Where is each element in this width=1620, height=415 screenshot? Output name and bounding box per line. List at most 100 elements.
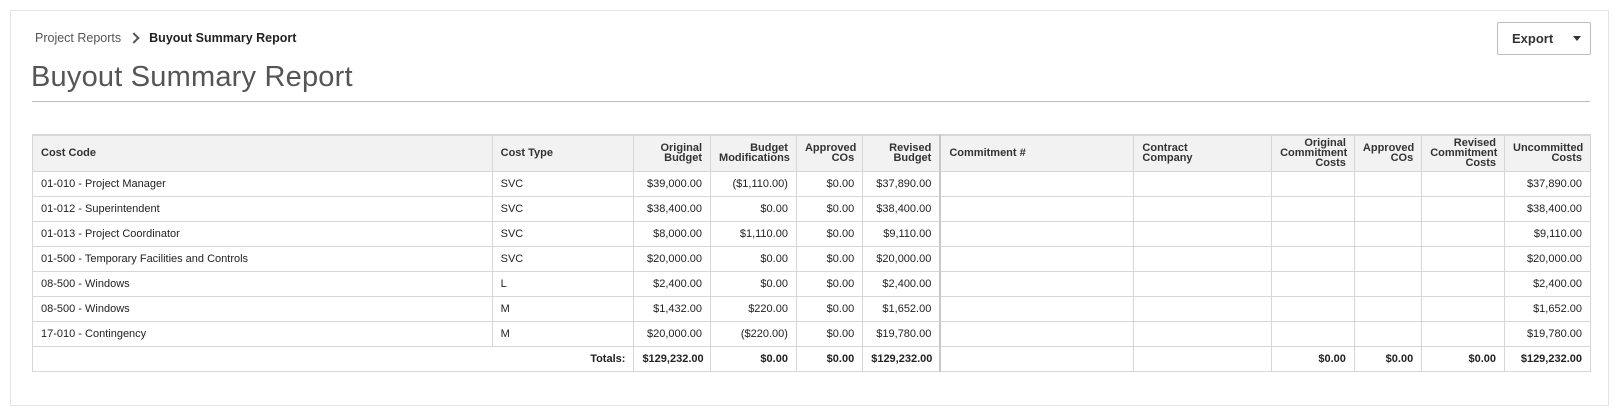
- cell-cost-type: M: [491, 295, 635, 322]
- cell-uncommitted-costs: $20,000.00: [1504, 245, 1591, 272]
- total-budget-modifications: $0.00: [710, 345, 797, 372]
- cell-commitment-approved-cos: [1353, 170, 1423, 197]
- breadcrumb-current: Buyout Summary Report: [149, 31, 297, 45]
- total-contract-company: [1133, 345, 1273, 372]
- cell-revised-commitment-costs: [1421, 170, 1505, 197]
- cell-commitment-number: [939, 295, 1135, 322]
- col-header-revised-budget[interactable]: Revised Budget: [862, 134, 942, 172]
- col-header-commitment-approved-cos[interactable]: Approved COs: [1353, 134, 1423, 172]
- cell-commitment-number: [939, 220, 1135, 247]
- cell-original-commitment-costs: [1271, 195, 1355, 222]
- cell-revised-commitment-costs: [1421, 245, 1505, 272]
- cell-cost-type: SVC: [491, 195, 635, 222]
- cell-approved-cos: $0.00: [795, 320, 864, 347]
- total-approved-cos: $0.00: [795, 345, 864, 372]
- cell-original-commitment-costs: [1271, 170, 1355, 197]
- cell-revised-budget: $2,400.00: [862, 270, 942, 297]
- cell-revised-commitment-costs: [1421, 295, 1505, 322]
- cell-budget-modifications: $1,110.00: [710, 220, 797, 247]
- cell-revised-budget: $19,780.00: [862, 320, 942, 347]
- cell-cost-type: M: [491, 320, 635, 347]
- cell-contract-company: [1133, 320, 1273, 347]
- table-row: 08-500 - Windows L $2,400.00 $0.00 $0.00 $2,4…: [32, 270, 1591, 297]
- col-header-revised-commitment-costs[interactable]: Revised Commitment Costs: [1421, 134, 1505, 172]
- cell-commitment-number: [939, 195, 1135, 222]
- table-row: 01-013 - Project Coordinator SVC $8,000.00…: [32, 220, 1591, 247]
- cell-revised-budget: $38,400.00: [862, 195, 942, 222]
- col-header-cost-type[interactable]: Cost Type: [491, 134, 635, 172]
- cell-cost-code: 01-500 - Temporary Facilities and Contro…: [32, 245, 493, 272]
- report-panel: Project Reports Buyout Summary Report Bu…: [10, 10, 1609, 406]
- cell-cost-type: L: [491, 270, 635, 297]
- cell-approved-cos: $0.00: [795, 295, 864, 322]
- breadcrumb-project-reports-link[interactable]: Project Reports: [35, 31, 121, 45]
- cell-original-commitment-costs: [1271, 320, 1355, 347]
- cell-commitment-number: [939, 245, 1135, 272]
- total-revised-commitment-costs: $0.00: [1421, 345, 1505, 372]
- cell-budget-modifications: ($220.00): [710, 320, 797, 347]
- chevron-right-icon: [128, 32, 140, 44]
- col-header-budget-modifications[interactable]: Budget Modifications: [710, 134, 797, 172]
- table-header-row: Cost Code Cost Type Original Budget Budg…: [32, 134, 1591, 172]
- cell-revised-budget: $37,890.00: [862, 170, 942, 197]
- cell-budget-modifications: $0.00: [710, 195, 797, 222]
- cell-approved-cos: $0.00: [795, 220, 864, 247]
- cell-commitment-approved-cos: [1353, 195, 1423, 222]
- cell-approved-cos: $0.00: [795, 245, 864, 272]
- col-header-contract-company[interactable]: Contract Company: [1133, 134, 1273, 172]
- cell-budget-modifications: $220.00: [710, 295, 797, 322]
- totals-row: Totals: $129,232.00 $0.00 $0.00 $129,232.00 $…: [31, 345, 1591, 372]
- cell-original-budget: $1,432.00: [633, 295, 712, 322]
- cell-cost-code: 08-500 - Windows: [32, 295, 493, 322]
- col-header-original-budget[interactable]: Original Budget: [633, 134, 712, 172]
- table-row: 01-010 - Project Manager SVC $39,000.00 ($1…: [32, 170, 1591, 197]
- total-uncommitted-costs: $129,232.00: [1504, 345, 1591, 372]
- cell-approved-cos: $0.00: [795, 170, 864, 197]
- cell-uncommitted-costs: $9,110.00: [1504, 220, 1591, 247]
- cell-revised-budget: $20,000.00: [862, 245, 942, 272]
- export-button[interactable]: Export: [1497, 22, 1591, 55]
- cell-original-commitment-costs: [1271, 245, 1355, 272]
- total-original-budget: $129,232.00: [633, 345, 712, 372]
- cell-original-commitment-costs: [1271, 220, 1355, 247]
- cell-revised-budget: $1,652.00: [862, 295, 942, 322]
- breadcrumb: Project Reports Buyout Summary Report: [35, 31, 296, 45]
- cell-cost-code: 01-012 - Superintendent: [32, 195, 493, 222]
- cell-budget-modifications: $0.00: [710, 270, 797, 297]
- buyout-summary-table: Cost Code Cost Type Original Budget Budg…: [31, 134, 1591, 372]
- table-row: 08-500 - Windows M $1,432.00 $220.00 $0.00 $1…: [32, 295, 1591, 322]
- cell-commitment-approved-cos: [1353, 270, 1423, 297]
- cell-revised-commitment-costs: [1421, 220, 1505, 247]
- cell-commitment-approved-cos: [1353, 320, 1423, 347]
- total-original-commitment-costs: $0.00: [1271, 345, 1355, 372]
- cell-cost-type: SVC: [491, 170, 635, 197]
- cell-approved-cos: $0.00: [795, 195, 864, 222]
- cell-contract-company: [1133, 220, 1273, 247]
- cell-original-budget: $2,400.00: [633, 270, 712, 297]
- cell-revised-commitment-costs: [1421, 320, 1505, 347]
- col-header-commitment-number[interactable]: Commitment #: [939, 134, 1135, 172]
- cell-commitment-number: [939, 170, 1135, 197]
- title-divider: [32, 101, 1590, 102]
- cell-approved-cos: $0.00: [795, 270, 864, 297]
- col-header-uncommitted-costs[interactable]: Uncommitted Costs: [1504, 134, 1591, 172]
- export-button-label: Export: [1512, 31, 1554, 46]
- cell-commitment-approved-cos: [1353, 295, 1423, 322]
- total-commitment-approved-cos: $0.00: [1353, 345, 1423, 372]
- cell-original-budget: $38,400.00: [633, 195, 712, 222]
- col-header-original-commitment-costs[interactable]: Original Commitment Costs: [1271, 134, 1355, 172]
- cell-original-commitment-costs: [1271, 295, 1355, 322]
- total-commitment-number: [939, 345, 1135, 372]
- cell-contract-company: [1133, 270, 1273, 297]
- cell-uncommitted-costs: $19,780.00: [1504, 320, 1591, 347]
- cell-contract-company: [1133, 245, 1273, 272]
- table-row: 01-012 - Superintendent SVC $38,400.00 $0.0…: [32, 195, 1591, 222]
- cell-uncommitted-costs: $37,890.00: [1504, 170, 1591, 197]
- cell-cost-code: 01-013 - Project Coordinator: [32, 220, 493, 247]
- cell-revised-budget: $9,110.00: [862, 220, 942, 247]
- cell-contract-company: [1133, 295, 1273, 322]
- col-header-approved-cos[interactable]: Approved COs: [795, 134, 864, 172]
- cell-original-budget: $39,000.00: [633, 170, 712, 197]
- cell-original-budget: $20,000.00: [633, 245, 712, 272]
- col-header-cost-code[interactable]: Cost Code: [32, 134, 493, 172]
